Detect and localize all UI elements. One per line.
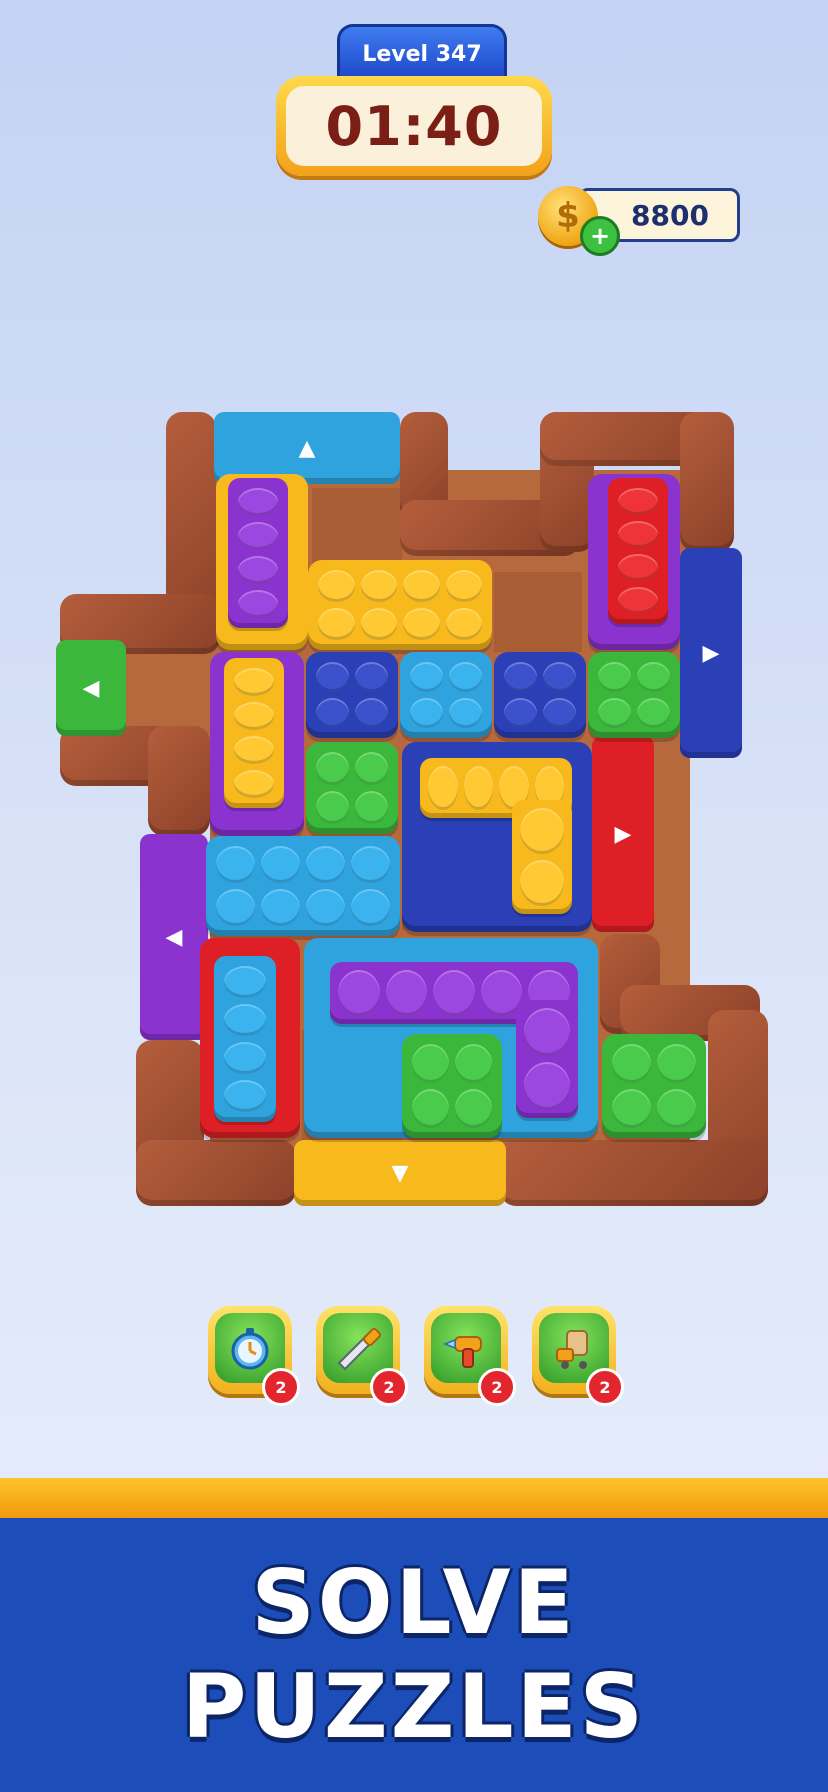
banner-stripe — [0, 1478, 828, 1518]
blue-block[interactable] — [206, 836, 400, 936]
purple-block[interactable] — [228, 478, 288, 628]
booster-count: 2 — [262, 1368, 300, 1406]
booster-count: 2 — [370, 1368, 408, 1406]
wood-wall — [500, 1140, 768, 1206]
purple-l-block[interactable] — [516, 1000, 578, 1118]
booster-count: 2 — [586, 1368, 624, 1406]
saw-booster[interactable]: 2 — [316, 1306, 408, 1406]
banner-line-1: SOLVE — [251, 1551, 577, 1654]
yellow-block[interactable] — [308, 560, 492, 650]
green-block[interactable] — [602, 1034, 706, 1138]
exit-gate-left[interactable]: ◀ — [56, 640, 126, 736]
exit-gate-right[interactable]: ▶ — [680, 548, 742, 758]
drill-icon — [442, 1336, 482, 1368]
exit-gate-right[interactable]: ▶ — [592, 736, 654, 932]
navy-block[interactable] — [306, 652, 398, 738]
blue-block[interactable] — [214, 956, 276, 1122]
stopwatch-booster[interactable]: 2 — [208, 1306, 300, 1406]
wood-wall — [148, 726, 210, 836]
exit-gate-left[interactable]: ◀ — [140, 834, 208, 1040]
empty-cell — [312, 488, 402, 568]
saw-icon — [337, 1328, 381, 1371]
vacuum-icon — [556, 1330, 588, 1369]
green-block[interactable] — [402, 1034, 502, 1138]
empty-cell — [494, 572, 582, 652]
green-block[interactable] — [306, 742, 398, 834]
exit-gate-down[interactable]: ▼ — [294, 1140, 506, 1206]
drill-booster[interactable]: 2 — [424, 1306, 516, 1406]
red-block[interactable] — [608, 478, 668, 624]
blue-block[interactable] — [400, 652, 492, 738]
wood-wall — [136, 1140, 296, 1206]
navy-block[interactable] — [494, 652, 586, 738]
banner-line-2: PUZZLES — [181, 1655, 647, 1758]
green-block[interactable] — [588, 652, 680, 738]
vacuum-booster[interactable]: 2 — [532, 1306, 624, 1406]
booster-count: 2 — [478, 1368, 516, 1406]
wood-wall — [680, 412, 734, 552]
puzzle-board: ▲ ◀ ▶ ▶ ◀ ▼ — [0, 0, 828, 1300]
stopwatch-icon — [231, 1328, 269, 1370]
yellow-block[interactable] — [224, 658, 284, 808]
yellow-l-block[interactable] — [512, 800, 572, 914]
promo-banner: SOLVE PUZZLES — [0, 1518, 828, 1792]
